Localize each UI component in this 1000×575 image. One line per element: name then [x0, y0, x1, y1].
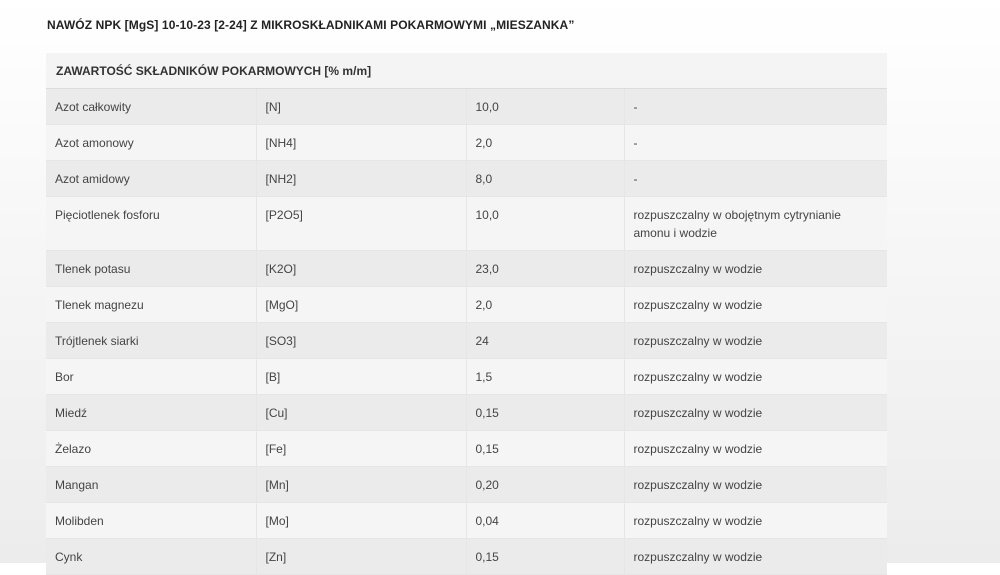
nutrient-solubility-cell: rozpuszczalny w wodzie	[624, 322, 888, 359]
nutrient-solubility-cell: rozpuszczalny w wodzie	[624, 394, 888, 431]
nutrient-formula-cell: [Mo]	[256, 502, 467, 539]
nutrient-name-cell: Pięciotlenek fosforu	[46, 196, 257, 251]
table-row: Cynk [Zn] 0,15 rozpuszczalny w wodzie	[46, 538, 888, 575]
table-row: Azot amonowy [NH4] 2,0-	[46, 124, 888, 161]
nutrient-formula-cell: [SO3]	[256, 322, 467, 359]
nutrient-solubility-cell: rozpuszczalny w wodzie	[624, 502, 888, 539]
table-row: Mangan [Mn] 0,20 rozpuszczalny w wodzie	[46, 466, 888, 503]
nutrient-table-container: ZAWARTOŚĆ SKŁADNIKÓW POKARMOWYCH [% m/m]…	[46, 53, 888, 575]
nutrient-solubility-cell: rozpuszczalny w wodzie	[624, 286, 888, 323]
nutrient-value-cell: 0,15	[466, 430, 625, 467]
nutrient-solubility-cell: rozpuszczalny w wodzie	[624, 538, 888, 575]
nutrient-formula-cell: [P2O5]	[256, 196, 467, 251]
nutrient-value-cell: 1,5	[466, 358, 625, 395]
nutrient-name-cell: Bor	[46, 358, 257, 395]
nutrient-formula-cell: [K2O]	[256, 250, 467, 287]
table-header-row: ZAWARTOŚĆ SKŁADNIKÓW POKARMOWYCH [% m/m]	[46, 53, 888, 89]
nutrient-table: ZAWARTOŚĆ SKŁADNIKÓW POKARMOWYCH [% m/m]…	[46, 53, 888, 575]
nutrient-value-cell: 0,20	[466, 466, 625, 503]
nutrient-name-cell: Żelazo	[46, 430, 257, 467]
table-row: Molibden [Mo] 0,04 rozpuszczalny w wodzie	[46, 502, 888, 539]
nutrient-value-cell: 23,0	[466, 250, 625, 287]
table-row: Bor [B] 1,5 rozpuszczalny w wodzie	[46, 358, 888, 395]
nutrient-value-cell: 24	[466, 322, 625, 359]
table-body: Azot całkowity [N] 10,0- Azot amonowy [NH4] 2…	[46, 88, 888, 575]
nutrient-name-cell: Molibden	[46, 502, 257, 539]
table-row: Miedź [Cu] 0,15 rozpuszczalny w wodzie	[46, 394, 888, 431]
nutrient-solubility-cell: -	[624, 88, 888, 125]
nutrient-value-cell: 0,04	[466, 502, 625, 539]
nutrient-formula-cell: [NH2]	[256, 160, 467, 197]
nutrient-solubility-cell: rozpuszczalny w obojętnym cytrynianie am…	[624, 196, 888, 251]
nutrient-name-cell: Azot amidowy	[46, 160, 257, 197]
nutrient-name-cell: Azot całkowity	[46, 88, 257, 125]
nutrient-name-cell: Mangan	[46, 466, 257, 503]
table-header: ZAWARTOŚĆ SKŁADNIKÓW POKARMOWYCH [% m/m]	[46, 53, 888, 89]
table-row: Żelazo [Fe] 0,15 rozpuszczalny w wodzie	[46, 430, 888, 467]
nutrient-value-cell: 10,0	[466, 88, 625, 125]
nutrient-solubility-cell: -	[624, 124, 888, 161]
nutrient-name-cell: Tlenek potasu	[46, 250, 257, 287]
nutrient-name-cell: Tlenek magnezu	[46, 286, 257, 323]
nutrient-formula-cell: [Zn]	[256, 538, 467, 575]
table-row: Trójtlenek siarki [SO3] 24 rozpuszczalny w …	[46, 322, 888, 359]
nutrient-value-cell: 10,0	[466, 196, 625, 251]
nutrient-formula-cell: [NH4]	[256, 124, 467, 161]
nutrient-formula-cell: [Cu]	[256, 394, 467, 431]
nutrient-formula-cell: [Mn]	[256, 466, 467, 503]
table-row: Azot całkowity [N] 10,0-	[46, 88, 888, 125]
table-row: Azot amidowy [NH2] 8,0-	[46, 160, 888, 197]
nutrient-value-cell: 0,15	[466, 538, 625, 575]
nutrient-solubility-cell: rozpuszczalny w wodzie	[624, 430, 888, 467]
nutrient-name-cell: Trójtlenek siarki	[46, 322, 257, 359]
nutrient-formula-cell: [B]	[256, 358, 467, 395]
nutrient-value-cell: 2,0	[466, 286, 625, 323]
nutrient-solubility-cell: rozpuszczalny w wodzie	[624, 250, 888, 287]
nutrient-solubility-cell: rozpuszczalny w wodzie	[624, 466, 888, 503]
table-row: Tlenek potasu [K2O] 23,0 rozpuszczalny w wo…	[46, 250, 888, 287]
table-row: Pięciotlenek fosforu [P2O5] 10,0 rozpuszcza…	[46, 196, 888, 251]
nutrient-formula-cell: [MgO]	[256, 286, 467, 323]
table-row: Tlenek magnezu [MgO] 2,0 rozpuszczalny w wo…	[46, 286, 888, 323]
nutrient-solubility-cell: -	[624, 160, 888, 197]
nutrient-name-cell: Azot amonowy	[46, 124, 257, 161]
page-title: NAWÓZ NPK [MgS] 10-10-23 [2-24] Z MIKROS…	[47, 18, 575, 32]
nutrient-formula-cell: [Fe]	[256, 430, 467, 467]
nutrient-value-cell: 0,15	[466, 394, 625, 431]
nutrient-name-cell: Cynk	[46, 538, 257, 575]
nutrient-value-cell: 2,0	[466, 124, 625, 161]
nutrient-solubility-cell: rozpuszczalny w wodzie	[624, 358, 888, 395]
nutrient-value-cell: 8,0	[466, 160, 625, 197]
nutrient-name-cell: Miedź	[46, 394, 257, 431]
nutrient-formula-cell: [N]	[256, 88, 467, 125]
